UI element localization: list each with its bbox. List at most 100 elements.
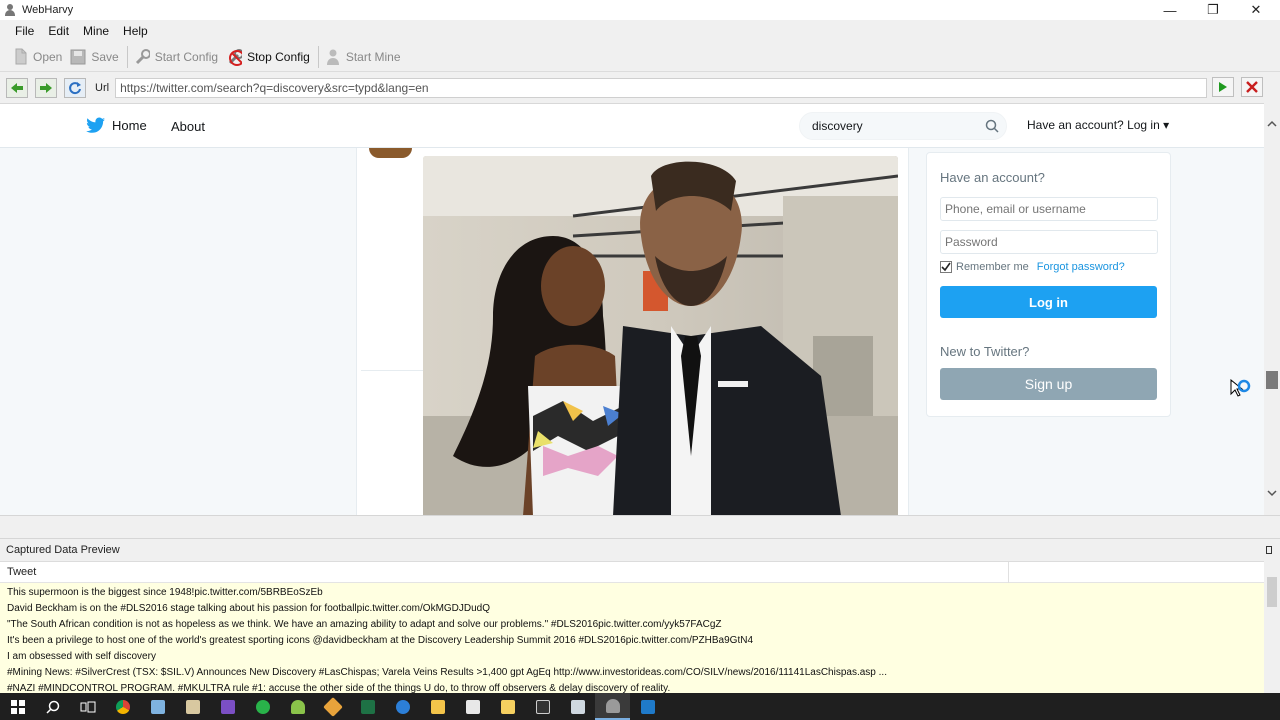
password-field[interactable]: [940, 230, 1158, 254]
menu-edit[interactable]: Edit: [41, 24, 76, 38]
nav-home-label: Home: [112, 117, 147, 133]
open-button[interactable]: Open: [12, 48, 62, 66]
app-icon: [500, 699, 515, 714]
taskbar-android[interactable]: [280, 693, 315, 720]
taskbar-webharvy[interactable]: [595, 693, 630, 720]
login-button[interactable]: Log in: [940, 286, 1157, 318]
minimize-button[interactable]: —: [1150, 0, 1190, 20]
webharvy-icon: [605, 698, 620, 713]
taskbar-visual-studio[interactable]: [210, 693, 245, 720]
taskbar-app[interactable]: [630, 693, 665, 720]
scrollbar-thumb[interactable]: [1266, 371, 1278, 389]
taskbar-edge[interactable]: [385, 693, 420, 720]
table-row[interactable]: It's been a privilege to host one of the…: [0, 633, 1264, 649]
taskbar-app[interactable]: [490, 693, 525, 720]
taskbar-store[interactable]: [455, 693, 490, 720]
have-account-login-link[interactable]: Have an account? Log in ▾: [1027, 118, 1169, 132]
taskbar-search-button[interactable]: [35, 693, 70, 720]
grid-column-header[interactable]: Tweet: [0, 562, 1264, 583]
taskbar-chrome[interactable]: [105, 693, 140, 720]
scroll-up-icon[interactable]: [1267, 119, 1277, 129]
app-icon: [322, 696, 343, 717]
table-row[interactable]: David Beckham is on the #DLS2016 stage t…: [0, 601, 1264, 617]
table-row[interactable]: #NAZI #MINDCONTROL PROGRAM. #MKULTRA rul…: [0, 681, 1264, 693]
menu-file[interactable]: File: [8, 24, 41, 38]
windows-start-button[interactable]: [0, 693, 35, 720]
divider: [361, 370, 423, 371]
table-row[interactable]: I am obsessed with self discovery: [0, 649, 1264, 665]
search-icon: [45, 700, 59, 714]
taskbar-excel[interactable]: [350, 693, 385, 720]
restore-button[interactable]: ❐: [1193, 0, 1233, 20]
open-icon: [12, 48, 28, 66]
folder-icon: [430, 699, 445, 714]
visual-studio-icon: [220, 699, 235, 714]
close-icon: [1246, 81, 1258, 93]
menu-bar: File Edit Mine Help: [0, 21, 1280, 41]
task-view-icon: [80, 701, 95, 712]
column-tweet: Tweet: [7, 566, 37, 578]
back-button[interactable]: [6, 77, 28, 98]
captured-data-grid: Tweet This supermoon is the biggest sinc…: [0, 561, 1264, 693]
grid-scrollbar-thumb[interactable]: [1267, 577, 1277, 607]
url-bar: Url: [0, 74, 1280, 101]
remember-me-checkbox[interactable]: [940, 261, 952, 273]
tweet-timeline: [356, 148, 909, 515]
save-button[interactable]: Save: [70, 48, 119, 66]
nav-about[interactable]: About: [171, 119, 205, 134]
pin-icon[interactable]: [1266, 546, 1272, 554]
task-view-button[interactable]: [70, 693, 105, 720]
menu-help[interactable]: Help: [116, 24, 155, 38]
close-window-button[interactable]: ✕: [1236, 0, 1276, 20]
twitter-search-input[interactable]: [799, 112, 1007, 140]
taskbar-app[interactable]: [315, 693, 350, 720]
excel-icon: [360, 699, 375, 714]
stop-button[interactable]: [1241, 77, 1263, 97]
toolbar: Open Save Start Config Stop Config Start…: [0, 42, 1280, 72]
taskbar-app[interactable]: [175, 693, 210, 720]
start-config-label: Start Config: [154, 49, 219, 64]
app-icon: [640, 699, 655, 714]
url-label: Url: [95, 81, 110, 94]
save-label: Save: [91, 49, 119, 64]
login-heading: Have an account?: [940, 170, 1045, 185]
taskbar-sync[interactable]: [245, 693, 280, 720]
windows-logo-icon: [10, 699, 25, 714]
browser-viewport: Home About Have an account? Log in ▾: [0, 103, 1264, 515]
table-row[interactable]: This supermoon is the biggest since 1948…: [0, 585, 1264, 601]
arrow-right-icon: [40, 82, 52, 93]
taskbar-app[interactable]: [560, 693, 595, 720]
refresh-button[interactable]: [64, 77, 86, 98]
open-label: Open: [33, 49, 63, 64]
stop-config-button[interactable]: Stop Config: [226, 48, 310, 66]
refresh-icon: [69, 81, 81, 94]
table-row[interactable]: "The South African condition is not as h…: [0, 617, 1264, 633]
taskbar-app[interactable]: [140, 693, 175, 720]
go-button[interactable]: [1212, 77, 1234, 97]
taskbar-terminal[interactable]: [525, 693, 560, 720]
start-mine-button[interactable]: Start Mine: [325, 48, 401, 66]
taskbar-file-explorer[interactable]: [420, 693, 455, 720]
signup-button[interactable]: Sign up: [940, 368, 1157, 400]
panel-splitter[interactable]: [0, 515, 1280, 539]
start-config-button[interactable]: Start Config: [134, 48, 218, 66]
url-input[interactable]: [115, 77, 1208, 98]
wrench-icon: [134, 48, 150, 66]
forward-button[interactable]: [35, 77, 57, 98]
grid-scrollbar[interactable]: [1264, 561, 1280, 693]
stop-config-label: Stop Config: [247, 49, 310, 64]
webharvy-app-icon: [4, 4, 16, 16]
chrome-icon: [115, 699, 130, 714]
search-icon[interactable]: [985, 119, 999, 133]
menu-mine[interactable]: Mine: [76, 24, 116, 38]
table-row[interactable]: #Mining News: #SilverCrest (TSX: $SIL.V)…: [0, 665, 1264, 681]
terminal-icon: [535, 699, 550, 714]
scroll-down-icon[interactable]: [1267, 488, 1277, 498]
forgot-password-link[interactable]: Forgot password?: [1037, 261, 1125, 273]
avatar[interactable]: [369, 148, 412, 158]
nav-home[interactable]: Home: [86, 117, 147, 133]
tweet-photo[interactable]: [423, 156, 898, 515]
busy-cursor-icon: [1230, 379, 1251, 397]
username-field[interactable]: [940, 197, 1158, 221]
browser-scrollbar[interactable]: [1264, 103, 1280, 515]
